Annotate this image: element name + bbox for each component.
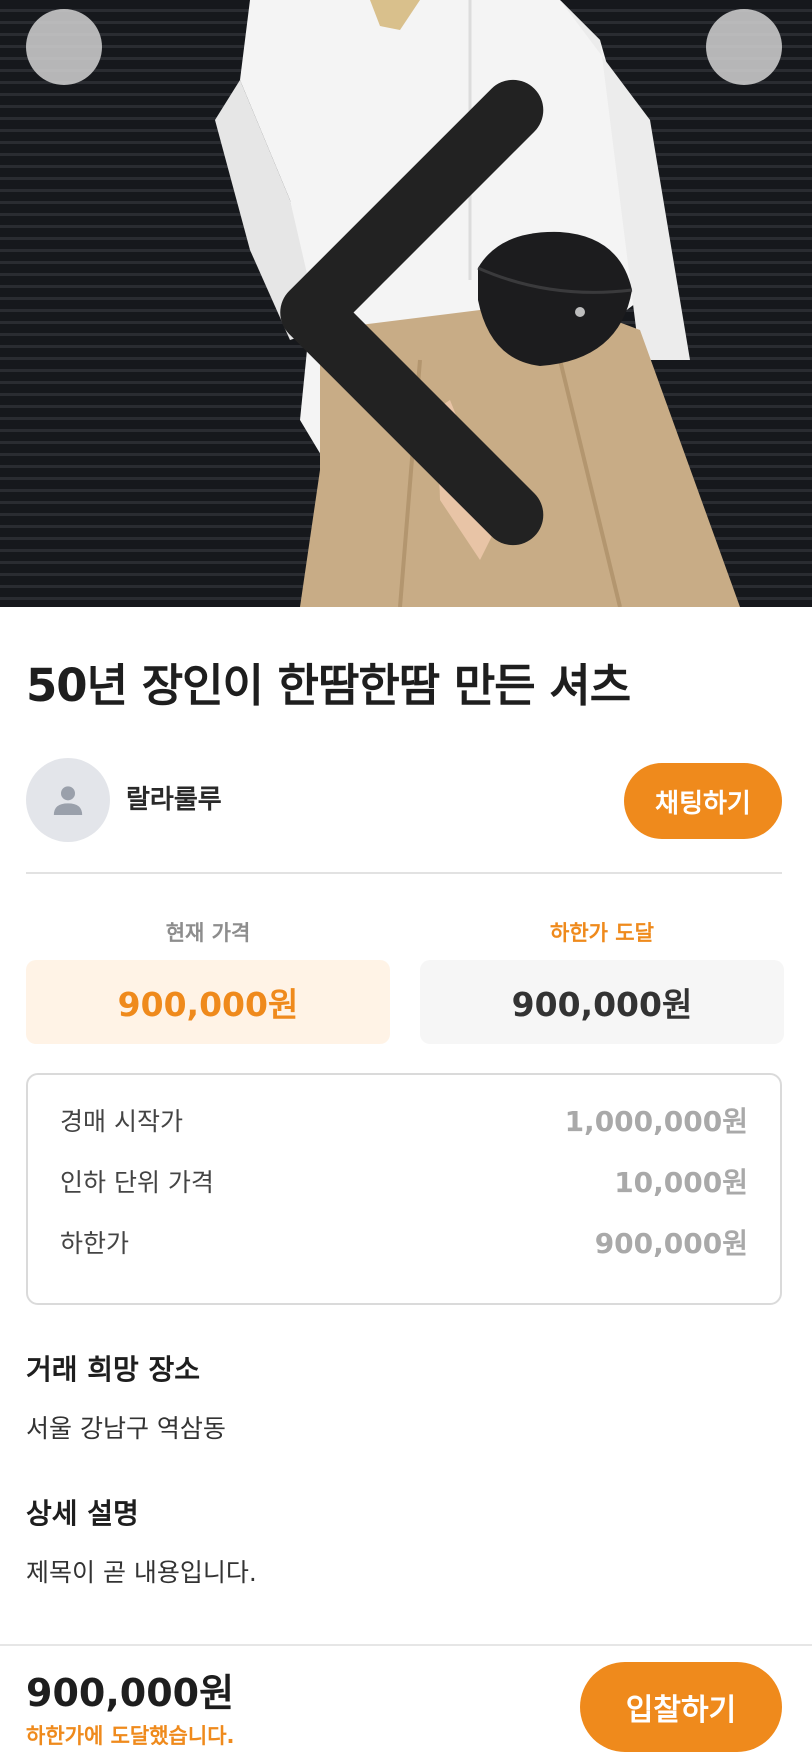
product-title: 50년 장인이 한땀한땀 만든 셔츠 bbox=[26, 659, 631, 712]
person-icon bbox=[53, 786, 83, 815]
like-button[interactable] bbox=[706, 9, 782, 85]
location-title: 거래 희망 장소 bbox=[26, 1353, 201, 1386]
auction-info-table: 경매 시작가 1,000,000원 인하 단위 가격 10,000원 하한가 9… bbox=[26, 1073, 782, 1305]
info-row-floor-price: 하한가 900,000원 bbox=[60, 1227, 748, 1288]
bottom-price: 900,000원 bbox=[26, 1671, 235, 1715]
current-price-label: 현재 가격 bbox=[165, 921, 251, 945]
info-key: 인하 단위 가격 bbox=[60, 1168, 214, 1197]
floor-reached-label: 하한가 도달 bbox=[550, 921, 654, 945]
product-detail-page: 50년 장인이 한땀한땀 만든 셔츠 랄라룰루 채팅하기 현재 가격 900,0… bbox=[0, 0, 812, 1760]
info-value: 1,000,000원 bbox=[564, 1105, 748, 1138]
product-image bbox=[0, 0, 812, 607]
info-key: 하한가 bbox=[60, 1229, 130, 1258]
floor-reached-note: 하한가에 도달했습니다. bbox=[26, 1724, 235, 1748]
bottom-bar: 900,000원 하한가에 도달했습니다. 입찰하기 bbox=[0, 1644, 812, 1760]
avatar[interactable] bbox=[26, 758, 110, 842]
seller-name[interactable]: 랄라룰루 bbox=[126, 783, 222, 817]
floor-price-value: 900,000원 bbox=[420, 960, 784, 1044]
description-title: 상세 설명 bbox=[26, 1497, 139, 1530]
current-price-value: 900,000원 bbox=[26, 960, 390, 1044]
description-body: 제목이 곧 내용입니다. bbox=[26, 1558, 257, 1587]
info-value: 900,000원 bbox=[594, 1227, 748, 1260]
bid-button[interactable]: 입찰하기 bbox=[580, 1662, 782, 1752]
chevron-left-icon bbox=[280, 79, 544, 546]
info-key: 경매 시작가 bbox=[60, 1107, 183, 1136]
divider bbox=[26, 872, 782, 874]
heart-icon bbox=[706, 9, 812, 607]
info-row-start-price: 경매 시작가 1,000,000원 bbox=[60, 1105, 748, 1166]
current-price-block: 현재 가격 900,000원 bbox=[26, 918, 390, 1044]
seller-row: 랄라룰루 채팅하기 bbox=[26, 758, 782, 844]
info-value: 10,000원 bbox=[614, 1166, 748, 1199]
chat-button[interactable]: 채팅하기 bbox=[624, 763, 782, 839]
floor-price-block: 하한가 도달 900,000원 bbox=[420, 918, 784, 1044]
info-row-step-price: 인하 단위 가격 10,000원 bbox=[60, 1166, 748, 1227]
back-button[interactable] bbox=[26, 9, 544, 546]
location-value: 서울 강남구 역삼동 bbox=[26, 1414, 226, 1443]
